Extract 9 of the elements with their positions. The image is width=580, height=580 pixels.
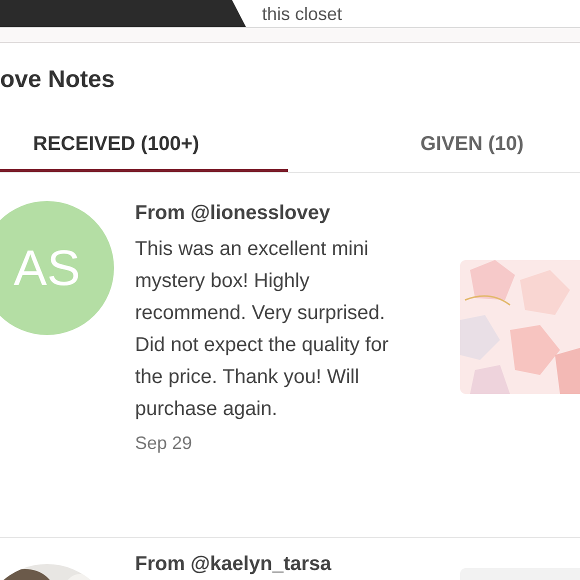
note-sender: From @lionesslovey	[135, 201, 332, 225]
avatar: AS	[0, 201, 114, 335]
note-text: This was an excellent mini mystery box! Highly recommend. Very surprised. Did not expect the quality for the price. Thank you! Will purchase again.	[135, 237, 390, 422]
page-title: ove Notes	[0, 65, 115, 95]
closet-text: this closet	[262, 3, 342, 26]
note-sender: From @kaelyn_tarsa	[135, 552, 332, 576]
tab[interactable]: GIVEN (10)	[288, 127, 576, 172]
tab[interactable]: RECEIVED (100+)	[0, 127, 288, 172]
note-date: Sep 29	[135, 432, 194, 455]
